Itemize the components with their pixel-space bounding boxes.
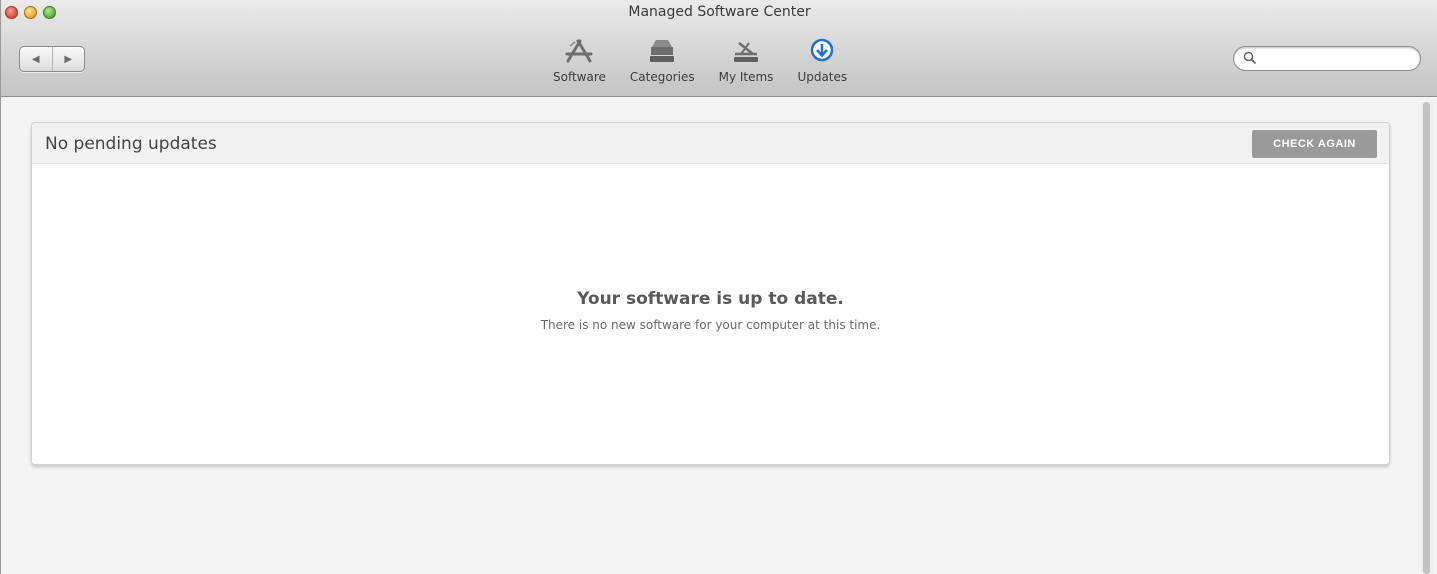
tab-software[interactable]: Software bbox=[541, 36, 618, 92]
forward-button[interactable]: ▶ bbox=[53, 47, 85, 71]
main-toolbar: Software Categories My Items Updates bbox=[541, 36, 859, 92]
search-icon bbox=[1243, 51, 1257, 65]
tab-updates[interactable]: Updates bbox=[785, 36, 859, 92]
back-forward-control: ◀ ▶ bbox=[19, 46, 85, 72]
empty-state: Your software is up to date. There is no… bbox=[32, 289, 1389, 332]
tab-my-items[interactable]: My Items bbox=[707, 36, 786, 92]
empty-state-title: Your software is up to date. bbox=[577, 289, 844, 309]
vertical-scrollbar[interactable] bbox=[1421, 102, 1433, 574]
categories-tray-icon bbox=[647, 36, 677, 66]
tab-categories-label: Categories bbox=[629, 70, 695, 84]
search-input[interactable] bbox=[1260, 50, 1410, 68]
scrollbar-thumb[interactable] bbox=[1423, 102, 1430, 574]
titlebar-toolbar: Managed Software Center ◀ ▶ Software Cat… bbox=[1, 0, 1437, 97]
app-window: Managed Software Center ◀ ▶ Software Cat… bbox=[0, 0, 1437, 574]
empty-state-subtitle: There is no new software for your comput… bbox=[540, 318, 881, 332]
tab-software-label: Software bbox=[553, 70, 606, 84]
main-content: No pending updates CHECK AGAIN Your soft… bbox=[1, 98, 1437, 574]
panel-header: No pending updates CHECK AGAIN bbox=[32, 123, 1389, 164]
updates-panel: No pending updates CHECK AGAIN Your soft… bbox=[31, 122, 1390, 465]
tab-updates-label: Updates bbox=[797, 70, 848, 84]
download-arrow-icon bbox=[807, 36, 837, 66]
app-store-icon bbox=[564, 36, 594, 66]
check-again-button[interactable]: CHECK AGAIN bbox=[1252, 130, 1377, 158]
my-items-icon bbox=[731, 36, 761, 66]
search-field[interactable] bbox=[1233, 46, 1421, 71]
tab-my-items-label: My Items bbox=[718, 70, 774, 84]
panel-title: No pending updates bbox=[45, 134, 217, 154]
tab-categories[interactable]: Categories bbox=[618, 36, 707, 92]
window-title: Managed Software Center bbox=[628, 4, 811, 20]
back-arrow-icon: ◀ bbox=[31, 53, 40, 65]
back-button[interactable]: ◀ bbox=[20, 47, 53, 71]
forward-arrow-icon: ▶ bbox=[64, 53, 73, 65]
